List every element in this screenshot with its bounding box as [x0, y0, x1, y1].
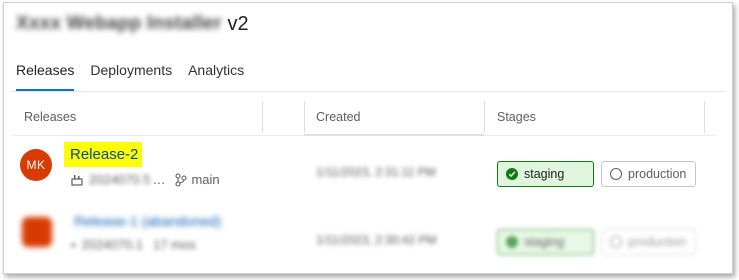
column-header-stages[interactable]: Stages [497, 99, 536, 135]
stage-production[interactable]: production [601, 161, 696, 187]
column-divider [304, 101, 305, 133]
tab-deployments[interactable]: Deployments [90, 59, 172, 91]
release-pipeline-panel: Xxxx Webapp Installer v2 Releases Deploy… [3, 2, 733, 274]
stage-label: staging [524, 235, 565, 249]
pending-circle-icon [610, 168, 622, 180]
stage-production[interactable]: production [601, 229, 696, 255]
check-icon [506, 168, 518, 180]
release-name-link[interactable]: Release-2 [64, 142, 143, 167]
pipeline-title-version: v2 [227, 12, 249, 35]
release-age: 17 mos [153, 237, 196, 252]
build-icon [71, 174, 83, 186]
tab-divider [12, 91, 724, 92]
column-divider [484, 101, 485, 133]
pipeline-title-redacted: Xxxx Webapp Installer [16, 13, 222, 34]
branch-icon [175, 172, 188, 187]
ellipsis: … [152, 172, 166, 187]
release-meta: ▪ 2024070.1 17 mos [71, 237, 196, 252]
table-row[interactable]: Release-1 (abandoned) ▪ 2024070.1 17 mos… [4, 207, 732, 267]
release-name-link[interactable]: Release-1 (abandoned) [74, 213, 221, 229]
stage-staging[interactable]: staging [497, 161, 594, 187]
build-icon: ▪ [71, 237, 76, 252]
column-divider [704, 101, 705, 133]
release-meta: 2024070.5 … main [71, 172, 220, 187]
stage-label: production [628, 167, 687, 181]
tab-analytics[interactable]: Analytics [188, 59, 244, 91]
branch-name: main [191, 172, 220, 187]
tab-bar: Releases Deployments Analytics [16, 59, 260, 91]
page-header: Xxxx Webapp Installer v2 [16, 11, 249, 37]
header-underline [304, 134, 484, 136]
column-divider [262, 101, 263, 133]
check-icon [506, 236, 518, 248]
column-header-created[interactable]: Created [316, 99, 360, 135]
build-number: 2024070.5 [89, 172, 151, 187]
stage-label: staging [524, 167, 565, 181]
avatar [22, 217, 52, 247]
created-date: 1/11/2023, 2:31:11 PM [316, 165, 436, 179]
created-date: 1/11/2023, 2:30:42 PM [316, 233, 437, 247]
stage-label: production [628, 235, 687, 249]
column-header-releases[interactable]: Releases [24, 99, 76, 135]
stage-staging[interactable]: staging [497, 229, 594, 255]
tab-releases[interactable]: Releases [16, 59, 75, 91]
table-row[interactable]: MK Release-2 2024070.5 … main 1/11/2023,… [4, 139, 732, 199]
avatar: MK [20, 149, 52, 181]
pending-circle-icon [610, 236, 622, 248]
build-number: 2024070.1 [81, 237, 144, 252]
